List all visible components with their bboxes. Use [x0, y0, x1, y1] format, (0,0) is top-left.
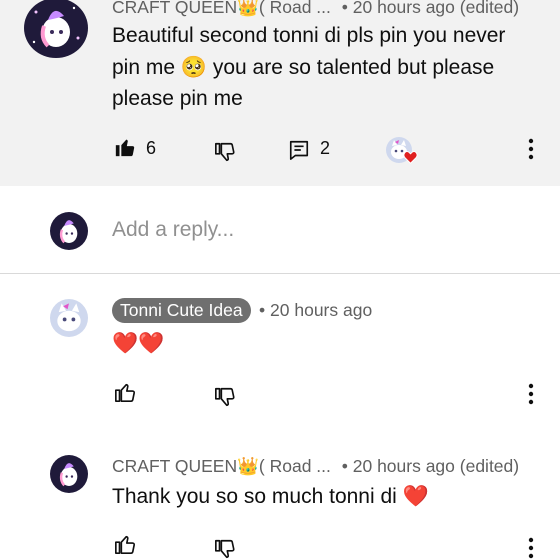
comment-author[interactable]: CRAFT QUEEN👑( Road ...: [112, 0, 331, 17]
reply-author-avatar[interactable]: [50, 299, 88, 337]
more-icon: [528, 138, 534, 160]
dislike-icon: [215, 142, 235, 162]
author-avatar[interactable]: [24, 0, 88, 58]
like-button[interactable]: [114, 136, 136, 158]
creator-author-chip[interactable]: Tonni Cute Idea: [112, 298, 251, 323]
add-reply-input[interactable]: Add a reply...: [112, 218, 532, 242]
more-icon: [528, 537, 534, 559]
reply-author[interactable]: CRAFT QUEEN👑( Road ...: [112, 456, 331, 476]
more-options-button[interactable]: [521, 382, 541, 406]
creator-heart: [386, 137, 420, 167]
heart-badge: [403, 151, 418, 164]
divider: [0, 273, 560, 274]
like-count: 6: [146, 138, 157, 158]
parent-comment: CRAFT QUEEN👑( Road ... • 20 hours ago (e…: [0, 0, 560, 186]
reply-icon: [289, 140, 309, 160]
more-options-button[interactable]: [521, 536, 541, 560]
like-icon: [115, 535, 136, 554]
reply-meta: • 20 hours ago (edited): [341, 456, 520, 476]
comment-meta: • 20 hours ago (edited): [341, 0, 520, 17]
cat-avatar: [50, 299, 88, 337]
like-button[interactable]: [114, 381, 136, 403]
unicorn-avatar: [50, 212, 88, 250]
dislike-icon: [215, 387, 235, 407]
replies-button[interactable]: [288, 139, 310, 161]
current-user-avatar: [50, 212, 88, 250]
dislike-icon: [215, 539, 235, 559]
more-options-button[interactable]: [521, 137, 541, 161]
like-button[interactable]: [114, 533, 136, 555]
unicorn-avatar: [50, 455, 88, 493]
dislike-button[interactable]: [214, 538, 236, 560]
like-icon: [115, 139, 135, 157]
more-icon: [528, 383, 534, 405]
reply-count: 2: [320, 138, 331, 158]
dislike-button[interactable]: [214, 386, 236, 408]
reply-author-avatar[interactable]: [50, 455, 88, 493]
reply-text: Thank you so so much tonni di ❤️: [112, 485, 429, 508]
dislike-button[interactable]: [214, 141, 236, 163]
comment-text: Beautiful second tonni di pls pin you ne…: [112, 24, 506, 110]
unicorn-avatar: [24, 0, 88, 58]
like-icon: [115, 383, 136, 402]
reply-text: ❤️❤️: [112, 332, 165, 355]
reply-meta: • 20 hours ago: [259, 300, 373, 320]
